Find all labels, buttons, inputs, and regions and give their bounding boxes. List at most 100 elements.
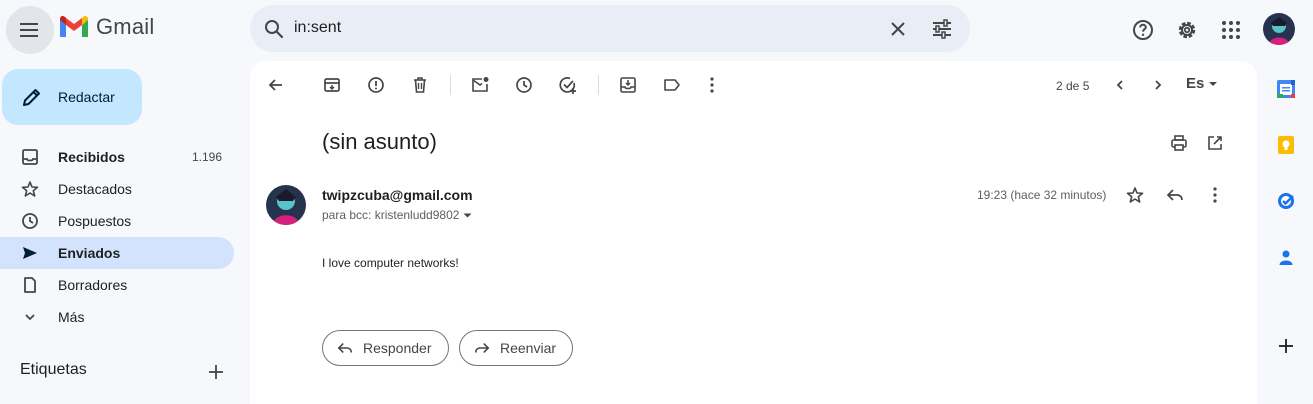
report-spam-button[interactable] (360, 71, 392, 99)
nav-item-sent[interactable]: Enviados (0, 237, 234, 269)
gmail-m-icon (60, 15, 88, 37)
sender-email: twipzcuba@gmail.com (322, 187, 473, 203)
nav-item-drafts[interactable]: Borradores (0, 269, 234, 301)
google-apps-button[interactable] (1213, 12, 1249, 48)
clock-icon (20, 212, 40, 230)
labels-button[interactable] (656, 71, 688, 99)
reply-button[interactable] (1159, 181, 1191, 209)
reply-pill-button[interactable]: Responder (322, 330, 449, 366)
email-subject: (sin asunto) (322, 129, 437, 154)
label-icon (664, 79, 680, 91)
get-addons-button[interactable] (1272, 332, 1300, 360)
recipients-text: para bcc: kristenludd9802 (322, 208, 460, 222)
chevron-down-icon (20, 310, 40, 324)
unread-count: 1.196 (191, 150, 222, 164)
mark-unread-button[interactable] (464, 71, 496, 99)
newer-button[interactable] (1104, 71, 1136, 99)
older-button[interactable] (1142, 71, 1174, 99)
reply-icon (337, 342, 353, 354)
back-button[interactable] (260, 71, 292, 99)
apps-grid-icon (1222, 21, 1240, 39)
delete-button[interactable] (404, 71, 436, 99)
nav-item-label: Enviados (58, 245, 121, 261)
search-bar[interactable]: in:sent (250, 5, 970, 52)
nav-item-inbox[interactable]: Recibidos 1.196 (0, 141, 234, 173)
nav-item-starred[interactable]: Destacados (0, 173, 234, 205)
settings-button[interactable] (1169, 12, 1205, 48)
tasks-icon (1278, 193, 1294, 209)
pencil-icon (23, 89, 40, 106)
chevron-left-icon (1116, 80, 1123, 90)
forward-pill-button[interactable]: Reenviar (459, 330, 574, 366)
keep-icon (1278, 136, 1294, 154)
star-icon (1126, 187, 1144, 203)
search-options-icon[interactable] (930, 17, 954, 41)
search-icon[interactable] (262, 17, 286, 41)
move-to-icon (620, 77, 636, 93)
clear-search-icon[interactable] (886, 17, 910, 41)
move-to-button[interactable] (612, 71, 644, 99)
gear-icon (1178, 21, 1196, 39)
recipients-line[interactable]: para bcc: kristenludd9802 (322, 208, 472, 222)
help-button[interactable] (1125, 12, 1161, 48)
print-button[interactable] (1163, 129, 1195, 157)
gmail-logo[interactable]: Gmail (58, 14, 154, 40)
pagination-text: 2 de 5 (1056, 79, 1090, 93)
nav-item-label: Más (58, 309, 85, 325)
account-avatar[interactable] (1263, 13, 1295, 45)
add-to-tasks-button[interactable] (552, 71, 584, 99)
add-label-button[interactable] (202, 358, 230, 386)
caret-down-icon (1209, 81, 1218, 86)
email-body: I love computer networks! (322, 256, 459, 270)
contacts-app-button[interactable] (1272, 243, 1300, 271)
forward-icon (474, 342, 490, 354)
main-menu-button[interactable] (6, 6, 54, 54)
send-icon (20, 244, 40, 262)
help-icon (1133, 20, 1153, 40)
open-in-new-icon (1208, 136, 1222, 150)
email-timestamp: 19:23 (hace 32 minutos) (977, 188, 1107, 202)
compose-label: Redactar (58, 89, 115, 105)
more-options-button[interactable] (696, 71, 728, 99)
archive-icon (324, 78, 340, 92)
chevron-right-icon (1155, 80, 1162, 90)
app-name: Gmail (96, 14, 155, 39)
toolbar-divider (598, 75, 599, 95)
report-icon (368, 77, 384, 93)
nav-item-label: Pospuestos (58, 213, 132, 229)
nav-item-more[interactable]: Más (0, 301, 234, 333)
arrow-back-icon (268, 79, 282, 91)
search-input[interactable]: in:sent (294, 19, 341, 37)
nav-item-label: Recibidos (58, 149, 125, 165)
compose-button[interactable]: Redactar (2, 69, 142, 125)
clock-icon (516, 77, 532, 93)
mark-unread-icon (472, 77, 489, 92)
keep-app-button[interactable] (1272, 131, 1300, 159)
star-button[interactable] (1119, 181, 1151, 209)
star-icon (20, 180, 40, 198)
reply-icon (1166, 189, 1183, 201)
draft-icon (20, 276, 40, 294)
caret-down-icon[interactable] (463, 213, 472, 218)
archive-button[interactable] (316, 71, 348, 99)
open-new-window-button[interactable] (1199, 129, 1231, 157)
calendar-app-button[interactable] (1272, 75, 1300, 103)
inbox-icon (20, 148, 40, 166)
input-tools-button[interactable]: Es (1186, 75, 1218, 92)
nav-item-label: Borradores (58, 277, 128, 293)
forward-label: Reenviar (500, 340, 557, 356)
message-more-button[interactable] (1199, 181, 1231, 209)
reply-label: Responder (363, 340, 432, 356)
print-icon (1171, 135, 1187, 151)
tasks-app-button[interactable] (1272, 187, 1300, 215)
sender-avatar[interactable] (266, 185, 306, 225)
snooze-button[interactable] (508, 71, 540, 99)
nav-item-snoozed[interactable]: Pospuestos (0, 205, 234, 237)
message-pane: 2 de 5 Es (sin asunto) twipzcuba@gmail.c… (250, 61, 1257, 404)
nav-item-label: Destacados (58, 181, 132, 197)
calendar-icon (1277, 80, 1295, 98)
hamburger-icon (20, 23, 38, 37)
toolbar-divider (450, 75, 451, 95)
trash-icon (414, 77, 426, 93)
contacts-icon (1279, 250, 1293, 265)
